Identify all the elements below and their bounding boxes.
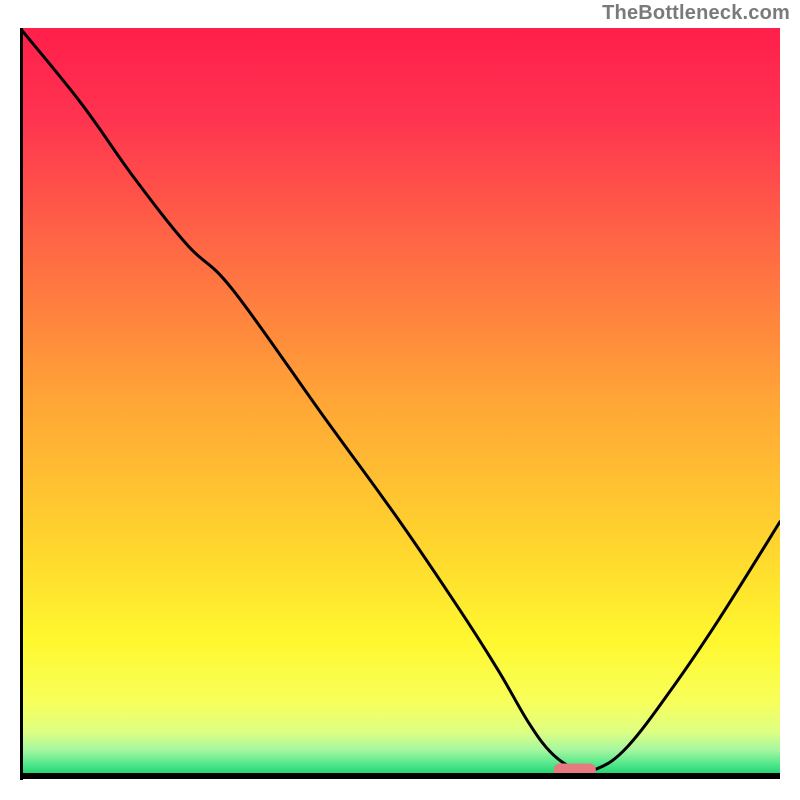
chart-background <box>20 28 780 776</box>
chart-plot <box>20 28 780 788</box>
chart-stage: TheBottleneck.com <box>0 0 800 800</box>
chart-svg <box>20 28 780 788</box>
watermark-label: TheBottleneck.com <box>602 2 790 25</box>
